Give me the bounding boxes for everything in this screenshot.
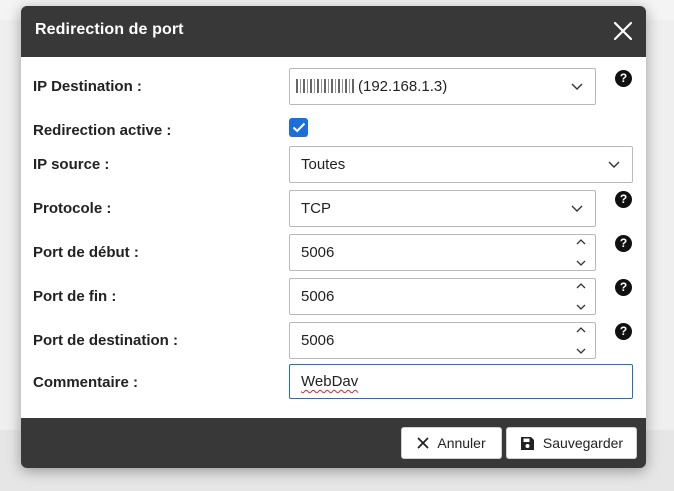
help-icon[interactable]: ?	[615, 70, 632, 87]
redirection-active-label: Redirection active :	[33, 122, 172, 139]
chevron-down-icon	[596, 147, 632, 182]
cancel-label: Annuler	[437, 435, 486, 451]
ip-source-value: Toutes	[301, 156, 346, 173]
port-fin-value: 5006	[301, 288, 335, 305]
chevron-up-icon[interactable]	[576, 238, 586, 245]
dialog-footer: Annuler Sauvegarder	[21, 418, 646, 468]
chevron-down-icon	[559, 69, 595, 104]
ip-destination-value: (192.168.1.3)	[358, 78, 448, 95]
port-forwarding-dialog: Redirection de port IP Destination : (19…	[21, 6, 646, 468]
save-button[interactable]: Sauvegarder	[506, 427, 637, 459]
ip-destination-label: IP Destination :	[33, 78, 142, 95]
chevron-down-icon[interactable]	[576, 304, 586, 311]
port-debut-label: Port de début :	[33, 244, 139, 261]
help-icon[interactable]: ?	[615, 235, 632, 252]
port-fin-label: Port de fin :	[33, 288, 117, 305]
redacted-hostname	[296, 79, 354, 93]
ip-source-select[interactable]: Toutes	[289, 146, 633, 183]
port-fin-input[interactable]: 5006	[289, 278, 596, 315]
protocole-select[interactable]: TCP	[289, 190, 596, 227]
port-destination-input[interactable]: 5006	[289, 322, 596, 359]
port-debut-stepper[interactable]	[573, 238, 589, 267]
checkmark-icon	[292, 122, 305, 133]
dialog-header: Redirection de port	[21, 6, 646, 57]
commentaire-input[interactable]: WebDav	[289, 364, 633, 399]
close-icon	[613, 21, 633, 41]
help-icon[interactable]: ?	[615, 191, 632, 208]
port-destination-value: 5006	[301, 332, 335, 349]
chevron-down-icon[interactable]	[576, 260, 586, 267]
floppy-disk-icon	[520, 436, 535, 451]
dialog-title: Redirection de port	[35, 21, 184, 38]
ip-source-label: IP source :	[33, 156, 110, 173]
port-debut-value: 5006	[301, 244, 335, 261]
ip-destination-select[interactable]: (192.168.1.3)	[289, 68, 596, 105]
redirection-active-checkbox[interactable]	[289, 118, 308, 137]
commentaire-value: WebDav	[301, 373, 359, 390]
protocole-label: Protocole :	[33, 200, 112, 217]
cancel-button[interactable]: Annuler	[401, 427, 502, 459]
commentaire-label: Commentaire :	[33, 374, 139, 391]
close-button[interactable]	[612, 20, 634, 42]
chevron-down-icon	[559, 191, 595, 226]
port-fin-stepper[interactable]	[573, 282, 589, 311]
port-destination-label: Port de destination :	[33, 332, 179, 349]
protocole-value: TCP	[301, 200, 331, 217]
help-icon[interactable]: ?	[615, 279, 632, 296]
save-label: Sauvegarder	[542, 435, 624, 451]
chevron-up-icon[interactable]	[576, 282, 586, 289]
chevron-up-icon[interactable]	[576, 326, 586, 333]
help-icon[interactable]: ?	[615, 323, 632, 340]
close-icon	[417, 437, 429, 449]
port-debut-input[interactable]: 5006	[289, 234, 596, 271]
chevron-down-icon[interactable]	[576, 348, 586, 355]
port-destination-stepper[interactable]	[573, 326, 589, 355]
